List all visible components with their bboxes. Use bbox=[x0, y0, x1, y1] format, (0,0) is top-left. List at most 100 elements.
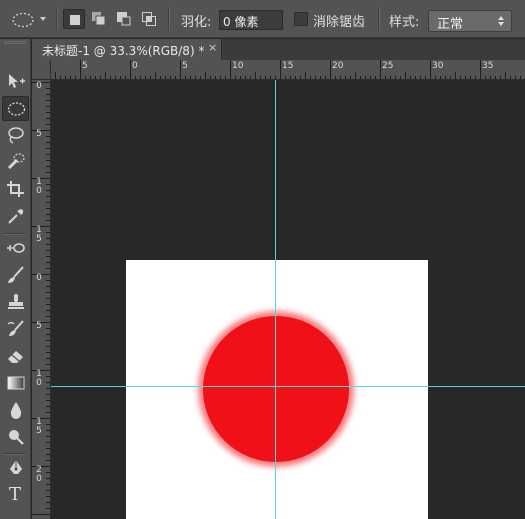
canvas-workspace[interactable] bbox=[51, 80, 525, 519]
ruler-tick bbox=[435, 76, 436, 79]
ruler-tick bbox=[255, 72, 256, 79]
ruler-tick bbox=[46, 208, 50, 209]
ruler-tick bbox=[465, 76, 466, 79]
ruler-origin[interactable] bbox=[32, 60, 51, 80]
ruler-tick bbox=[46, 316, 50, 317]
feather-input[interactable]: 0 像素 bbox=[219, 10, 283, 30]
brush-icon bbox=[8, 266, 24, 283]
ruler-label: 5 bbox=[36, 129, 42, 139]
ruler-tick bbox=[420, 76, 421, 79]
type-icon: T bbox=[9, 484, 22, 505]
vertical-guide[interactable] bbox=[275, 80, 276, 519]
lasso-tool[interactable] bbox=[2, 123, 29, 148]
crop-icon bbox=[7, 181, 24, 197]
ruler-tick bbox=[485, 76, 486, 79]
ruler-tick bbox=[46, 382, 50, 383]
vertical-ruler[interactable]: 0 5 10 15 0 5 10 15 20 bbox=[32, 80, 51, 519]
brush-tool[interactable] bbox=[2, 263, 29, 288]
ruler-tick bbox=[425, 76, 426, 79]
ruler-tick bbox=[460, 76, 461, 79]
ruler-tick bbox=[46, 280, 50, 281]
eraser-tool[interactable] bbox=[2, 344, 29, 369]
ruler-tick bbox=[495, 76, 496, 79]
move-tool[interactable] bbox=[2, 69, 29, 94]
ruler-tick bbox=[410, 76, 411, 79]
horizontal-ruler[interactable]: 5 0 5 10 15 20 25 30 35 bbox=[51, 60, 525, 80]
healing-brush-tool[interactable] bbox=[2, 236, 29, 261]
document-tab-strip: 未标题-1 @ 33.3%(RGB/8) * × bbox=[32, 39, 525, 60]
ruler-tick bbox=[390, 76, 391, 79]
gradient-icon bbox=[7, 376, 25, 390]
ruler-tick bbox=[46, 88, 50, 89]
ruler-tick bbox=[345, 76, 346, 79]
dodge-tool[interactable] bbox=[2, 425, 29, 450]
tool-preset-picker[interactable] bbox=[8, 9, 50, 31]
ruler-label: 5 bbox=[36, 321, 42, 331]
ruler-tick bbox=[220, 76, 221, 79]
ruler-tick bbox=[46, 478, 50, 479]
document-tab[interactable]: 未标题-1 @ 33.3%(RGB/8) * × bbox=[32, 39, 222, 60]
ruler-tick bbox=[80, 60, 81, 79]
ruler-tick bbox=[46, 124, 50, 125]
ruler-tick bbox=[75, 76, 76, 79]
type-tool[interactable]: T bbox=[2, 483, 29, 508]
ruler-tick bbox=[46, 460, 50, 461]
ruler-tick bbox=[46, 148, 50, 149]
ruler-tick bbox=[46, 346, 50, 347]
ruler-tick bbox=[90, 76, 91, 79]
ruler-tick bbox=[295, 76, 296, 79]
quick-selection-tool[interactable] bbox=[2, 150, 29, 175]
toolbox-grip[interactable] bbox=[4, 41, 26, 44]
elliptical-marquee-tool[interactable] bbox=[2, 96, 29, 121]
ruler-tick bbox=[330, 60, 331, 79]
ruler-tick bbox=[375, 76, 376, 79]
antialias-checkbox[interactable] bbox=[294, 12, 308, 26]
ruler-tick bbox=[280, 60, 281, 79]
eyedropper-tool[interactable] bbox=[2, 204, 29, 229]
ruler-tick bbox=[46, 334, 50, 335]
document-canvas[interactable] bbox=[126, 260, 428, 519]
history-brush-tool[interactable] bbox=[2, 317, 29, 342]
ruler-label: 25 bbox=[382, 61, 394, 71]
new-selection-button[interactable] bbox=[63, 9, 85, 29]
ruler-tick bbox=[46, 202, 50, 203]
ruler-tick bbox=[46, 154, 50, 155]
close-icon[interactable]: × bbox=[208, 41, 217, 54]
add-to-selection-button[interactable] bbox=[88, 9, 110, 29]
ruler-tick bbox=[130, 60, 131, 79]
style-select[interactable]: 正常 bbox=[428, 10, 512, 32]
ruler-tick bbox=[46, 118, 50, 119]
intersect-with-selection-button[interactable] bbox=[138, 9, 160, 29]
horizontal-guide[interactable] bbox=[51, 386, 525, 387]
ruler-tick bbox=[235, 76, 236, 79]
ruler-tick bbox=[46, 220, 50, 221]
eyedropper-icon bbox=[8, 209, 24, 224]
ruler-tick bbox=[55, 72, 56, 79]
ruler-label: 0 bbox=[36, 81, 42, 91]
ruler-tick bbox=[205, 72, 206, 79]
divider bbox=[4, 453, 26, 454]
ruler-tick bbox=[450, 76, 451, 79]
clone-stamp-tool[interactable] bbox=[2, 290, 29, 315]
pen-tool[interactable] bbox=[2, 456, 29, 481]
ruler-tick bbox=[320, 76, 321, 79]
ruler-tick bbox=[400, 76, 401, 79]
quick-selection-icon bbox=[7, 153, 25, 170]
ruler-tick bbox=[155, 72, 156, 79]
blur-tool[interactable] bbox=[2, 398, 29, 423]
subtract-from-selection-icon bbox=[117, 12, 131, 26]
crop-tool[interactable] bbox=[2, 177, 29, 202]
subtract-from-selection-button[interactable] bbox=[113, 9, 135, 29]
move-icon bbox=[9, 74, 25, 88]
ruler-tick bbox=[46, 268, 50, 269]
ruler-tick bbox=[46, 340, 50, 341]
ruler-tick bbox=[500, 76, 501, 79]
ruler-label: 15 bbox=[36, 417, 42, 436]
ruler-label: 10 bbox=[36, 369, 42, 388]
ruler-tick bbox=[46, 286, 50, 287]
gradient-tool[interactable] bbox=[2, 371, 29, 396]
ruler-label: 10 bbox=[36, 177, 42, 196]
ruler-tick bbox=[395, 76, 396, 79]
new-selection-icon bbox=[70, 15, 80, 25]
ruler-tick bbox=[165, 76, 166, 79]
